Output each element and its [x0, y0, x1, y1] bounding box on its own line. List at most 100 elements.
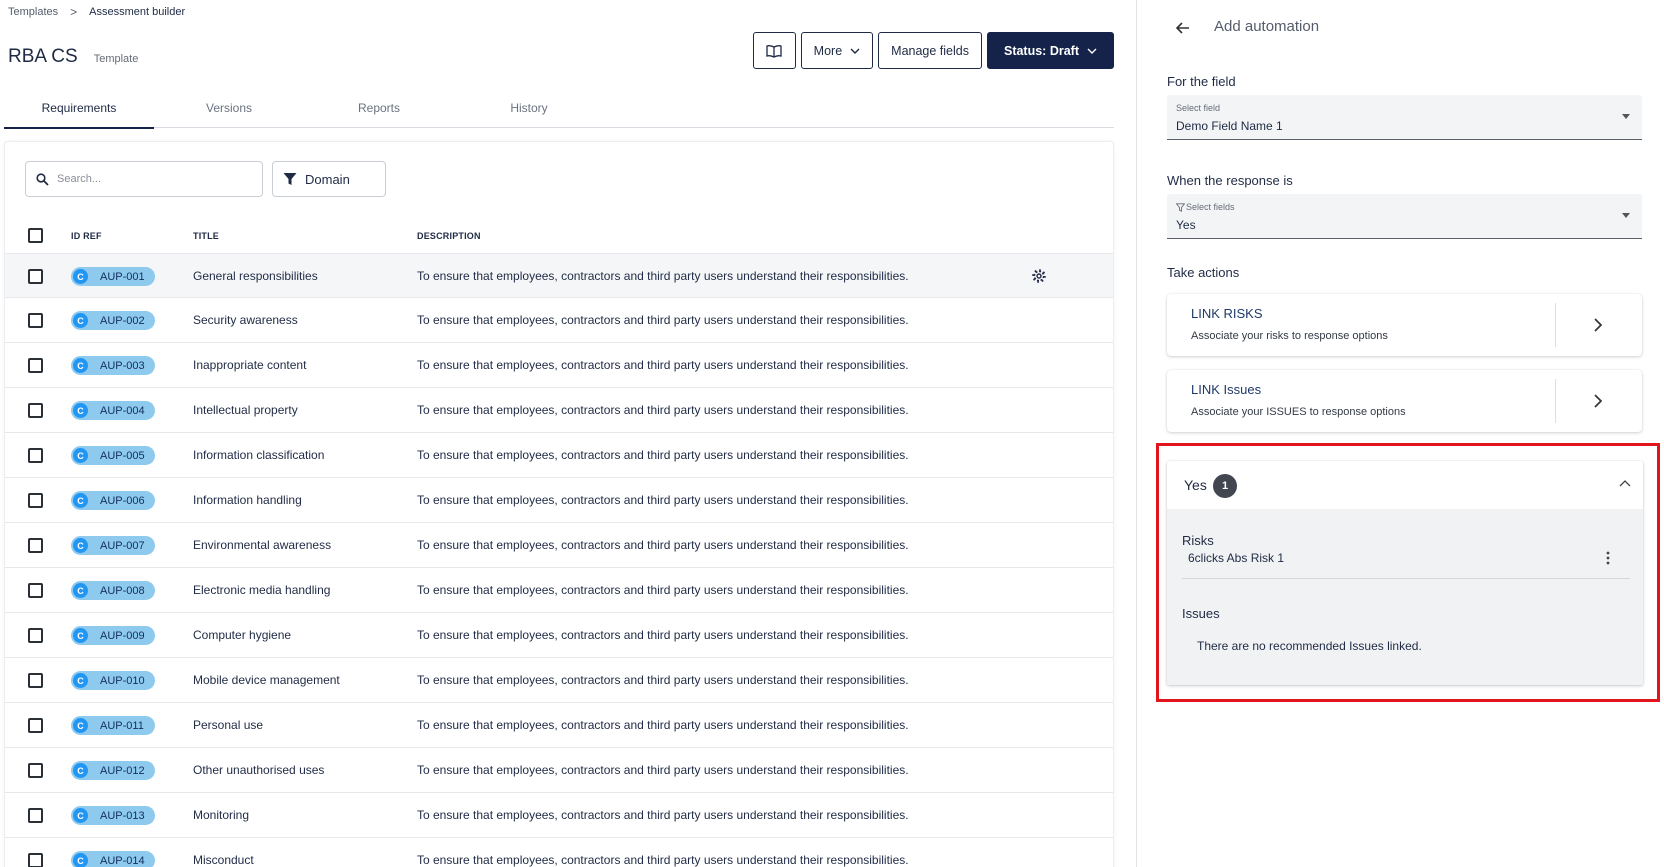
control-badge: C — [73, 763, 88, 778]
table-row[interactable]: C AUP-005 Information classification To e… — [5, 433, 1113, 478]
table-row[interactable]: C AUP-002 Security awareness To ensure th… — [5, 298, 1113, 343]
manage-fields-label: Manage fields — [891, 43, 969, 58]
id-ref-pill: C AUP-010 — [71, 671, 155, 690]
take-actions-label: Take actions — [1167, 265, 1240, 280]
response-select[interactable]: Select fields Yes — [1167, 194, 1642, 239]
chevron-right-icon[interactable] — [1591, 392, 1605, 410]
add-automation-panel: Add automation For the field Select fiel… — [1137, 0, 1664, 867]
id-ref-text: AUP-002 — [100, 314, 145, 327]
gear-icon[interactable] — [1031, 268, 1047, 284]
chevron-down-icon — [1087, 48, 1097, 54]
row-title: Security awareness — [193, 313, 298, 327]
tab-requirements[interactable]: Requirements — [4, 88, 154, 129]
link-issues-card[interactable]: LINK Issues Associate your ISSUES to res… — [1167, 370, 1642, 432]
control-badge: C — [73, 493, 88, 508]
table-row[interactable]: C AUP-014 Misconduct To ensure that emplo… — [5, 838, 1113, 867]
more-vertical-icon[interactable] — [1606, 551, 1610, 565]
chevron-down-icon — [850, 48, 860, 54]
row-checkbox[interactable] — [28, 763, 43, 778]
status-button[interactable]: Status: Draft — [986, 32, 1114, 69]
table-body: C AUP-001 General responsibilities To ens… — [5, 253, 1113, 867]
table-row[interactable]: C AUP-012 Other unauthorised uses To ensu… — [5, 748, 1113, 793]
table-row[interactable]: C AUP-013 Monitoring To ensure that emplo… — [5, 793, 1113, 838]
table-row[interactable]: C AUP-008 Electronic media handling To en… — [5, 568, 1113, 613]
id-ref-pill: C AUP-004 — [71, 401, 155, 420]
row-description: To ensure that employees, contractors an… — [417, 808, 909, 822]
table-row[interactable]: C AUP-009 Computer hygiene To ensure that… — [5, 613, 1113, 658]
for-field-label: For the field — [1167, 74, 1236, 89]
table-row[interactable]: C AUP-004 Intellectual property To ensure… — [5, 388, 1113, 433]
field-select[interactable]: Select field Demo Field Name 1 — [1167, 95, 1642, 140]
row-checkbox[interactable] — [28, 718, 43, 733]
table-row[interactable]: C AUP-007 Environmental awareness To ensu… — [5, 523, 1113, 568]
row-checkbox[interactable] — [28, 313, 43, 328]
control-badge: C — [73, 269, 88, 284]
control-badge: C — [73, 403, 88, 418]
tab-versions[interactable]: Versions — [154, 88, 304, 128]
row-checkbox[interactable] — [28, 628, 43, 643]
row-checkbox[interactable] — [28, 538, 43, 553]
row-checkbox[interactable] — [28, 493, 43, 508]
table-row[interactable]: C AUP-003 Inappropriate content To ensure… — [5, 343, 1113, 388]
id-ref-pill: C AUP-011 — [71, 716, 155, 735]
chevron-right-icon[interactable] — [1591, 316, 1605, 334]
back-arrow-icon[interactable] — [1173, 18, 1193, 38]
page-title: RBA CS — [8, 46, 78, 67]
table-row[interactable]: C AUP-011 Personal use To ensure that emp… — [5, 703, 1113, 748]
row-checkbox[interactable] — [28, 583, 43, 598]
link-issues-description: Associate your ISSUES to response option… — [1191, 406, 1406, 418]
table-row[interactable]: C AUP-006 Information handling To ensure … — [5, 478, 1113, 523]
row-title: Information classification — [193, 448, 325, 462]
title-row: RBA CS Template — [8, 46, 138, 68]
id-ref-pill: C AUP-014 — [71, 851, 155, 867]
chevron-up-icon[interactable] — [1619, 479, 1631, 487]
row-description: To ensure that employees, contractors an… — [417, 269, 909, 283]
row-description: To ensure that employees, contractors an… — [417, 403, 909, 417]
manage-fields-button[interactable]: Manage fields — [878, 32, 982, 69]
domain-filter-button[interactable]: Domain — [272, 161, 386, 197]
id-ref-text: AUP-012 — [100, 764, 145, 777]
row-description: To ensure that employees, contractors an… — [417, 628, 909, 642]
id-ref-pill: C AUP-008 — [71, 581, 155, 600]
top-actions: More Manage fields Status: Draft — [752, 32, 1114, 69]
id-ref-pill: C AUP-002 — [71, 311, 155, 330]
response-select-label: Select fields — [1176, 202, 1235, 212]
tab-reports[interactable]: Reports — [304, 88, 454, 128]
field-select-label: Select field — [1176, 103, 1221, 113]
tab-history[interactable]: History — [454, 88, 604, 128]
row-title: Environmental awareness — [193, 538, 332, 552]
accordion-header[interactable]: Yes 1 — [1167, 461, 1643, 509]
search-box[interactable] — [25, 161, 263, 197]
row-description: To ensure that employees, contractors an… — [417, 763, 909, 777]
breadcrumb-templates-link[interactable]: Templates — [8, 6, 58, 18]
row-description: To ensure that employees, contractors an… — [417, 538, 909, 552]
row-checkbox[interactable] — [28, 448, 43, 463]
more-button[interactable]: More — [800, 32, 874, 69]
more-button-label: More — [813, 43, 843, 58]
breadcrumb: Templates > Assessment builder — [8, 5, 185, 19]
id-ref-pill: C AUP-001 — [71, 267, 155, 286]
accordion-title: Yes — [1184, 477, 1207, 493]
link-risks-title: LINK RISKS — [1191, 306, 1263, 321]
table-row[interactable]: C AUP-001 General responsibilities To ens… — [5, 253, 1113, 298]
row-description: To ensure that employees, contractors an… — [417, 673, 909, 687]
guide-button[interactable] — [752, 32, 796, 69]
row-checkbox[interactable] — [28, 269, 43, 284]
id-ref-pill: C AUP-012 — [71, 761, 155, 780]
search-input[interactable] — [57, 173, 247, 185]
row-checkbox[interactable] — [28, 673, 43, 688]
table-row[interactable]: C AUP-010 Mobile device management To ens… — [5, 658, 1113, 703]
domain-filter-label: Domain — [305, 171, 350, 187]
control-badge: C — [73, 583, 88, 598]
id-ref-pill: C AUP-003 — [71, 356, 155, 375]
link-risks-card[interactable]: LINK RISKS Associate your risks to respo… — [1167, 294, 1642, 356]
id-ref-pill: C AUP-006 — [71, 491, 155, 510]
row-checkbox[interactable] — [28, 808, 43, 823]
row-checkbox[interactable] — [28, 358, 43, 373]
row-title: Information handling — [193, 493, 302, 507]
row-title: Computer hygiene — [193, 628, 292, 642]
column-header-title: TITLE — [193, 230, 219, 241]
row-checkbox[interactable] — [28, 403, 43, 418]
select-all-checkbox[interactable] — [28, 228, 43, 243]
row-checkbox[interactable] — [28, 853, 43, 867]
